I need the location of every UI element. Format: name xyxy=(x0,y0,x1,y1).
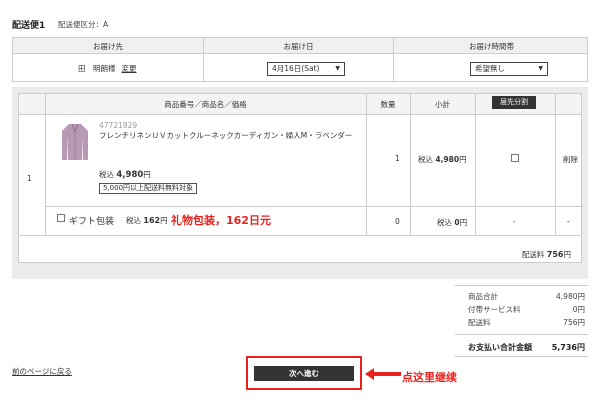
change-recipient-link[interactable]: 変更 xyxy=(122,64,137,73)
delete-button[interactable]: 削除 xyxy=(563,154,578,165)
divider xyxy=(366,94,367,235)
cardigan-product-image xyxy=(62,123,88,160)
free-shipping-badge: 5,000円以上配送料無料対象 xyxy=(99,183,198,194)
gift-wrap-price: 税込 162円 xyxy=(126,215,168,226)
gift-wrap-checkbox[interactable] xyxy=(57,214,65,222)
divider xyxy=(555,94,556,235)
product-column-header: 商品番号／商品名／価格 xyxy=(164,100,247,109)
divider xyxy=(455,356,588,357)
shipping-total-label: 配送料 xyxy=(468,318,491,327)
divider xyxy=(19,235,581,236)
next-annotation: 点这里继续 xyxy=(402,371,457,384)
divider xyxy=(45,206,583,207)
split-delivery-checkbox[interactable] xyxy=(511,154,519,162)
divider xyxy=(455,285,588,286)
gift-annotation: 礼物包装，162日元 xyxy=(171,214,271,227)
recipient-name: 田 明朗様 xyxy=(78,64,116,73)
product-name: フレンチリネンＵＶカットクルーネックカーディガン・婦人M・ラベンダー xyxy=(99,131,353,140)
qty-column-header: 数量 xyxy=(380,100,396,109)
divider xyxy=(19,114,581,115)
delivery-date-value: 4月16日(Sat) xyxy=(272,64,320,73)
row-number: 1 xyxy=(27,174,32,183)
shipping-fee: 配送料 756円 xyxy=(522,249,571,260)
next-button[interactable]: 次へ進む xyxy=(254,366,354,381)
divider xyxy=(45,94,46,235)
time-header: お届け時間帯 xyxy=(469,42,514,51)
product-code: 47721829 xyxy=(99,121,138,130)
gift-subtotal: 税込 0円 xyxy=(437,217,467,228)
time-column: お届け時間帯 希望無し ▼ xyxy=(393,38,589,81)
shipping-value: 756 xyxy=(546,250,564,259)
shipping-unit: 円 xyxy=(563,250,572,259)
gift-price-prefix: 税込 xyxy=(126,216,141,225)
gift-price-unit: 円 xyxy=(160,216,168,225)
grand-total-label: お支払い合計金額 xyxy=(468,343,532,352)
service-fee-value: 0円 xyxy=(572,305,585,314)
recipient-column: お届け先 田 明朗様 変更 xyxy=(13,38,203,81)
chevron-down-icon: ▼ xyxy=(335,65,340,72)
price-value: 4,980 xyxy=(116,170,144,180)
shipment-type: 配送便区分：A xyxy=(58,20,109,29)
recipient-cell: 田 明朗様 変更 xyxy=(78,63,137,74)
goods-total-value: 4,980円 xyxy=(556,292,585,301)
items-table: 商品番号／商品名／価格 数量 小計 届先分割 1 47721829 フレンチリネ… xyxy=(18,93,583,263)
gift-price-value: 162 xyxy=(143,216,161,225)
delivery-date-select[interactable]: 4月16日(Sat) ▼ xyxy=(267,62,345,76)
goods-total-label: 商品合計 xyxy=(468,292,498,301)
gift-subtotal-prefix: 税込 xyxy=(437,218,452,227)
gift-wrap-label: ギフト包装 xyxy=(69,217,115,227)
chevron-down-icon: ▼ xyxy=(538,65,543,72)
shipping-total-value: 756円 xyxy=(563,318,585,327)
price-unit: 円 xyxy=(143,170,151,179)
gift-split: - xyxy=(513,217,516,226)
product-subtotal: 税込 4,980円 xyxy=(418,154,467,165)
divider xyxy=(410,94,411,235)
delivery-time-value: 希望無し xyxy=(475,64,505,73)
recipient-header: お届け先 xyxy=(93,42,123,51)
date-header: お届け日 xyxy=(283,42,314,51)
gift-delete: - xyxy=(567,217,570,226)
gift-subtotal-unit: 円 xyxy=(459,218,468,227)
product-price: 税込 4,980円 xyxy=(99,169,151,180)
delivery-info-table: お届け先 田 明朗様 変更 お届け日 4月16日(Sat) ▼ お届け時間帯 希望… xyxy=(12,37,588,82)
shipping-label: 配送料 xyxy=(521,250,545,259)
subtotal-prefix: 税込 xyxy=(418,155,433,164)
shipment-title: 配送便1 xyxy=(12,21,46,31)
divider xyxy=(455,334,588,335)
grand-total-value: 5,736円 xyxy=(551,343,585,352)
arrow-left-icon xyxy=(365,368,401,380)
price-prefix: 税込 xyxy=(99,170,114,179)
product-qty: 1 xyxy=(395,154,400,163)
gift-qty: 0 xyxy=(395,217,400,226)
subtotal-value: 4,980 xyxy=(435,155,460,164)
subtotal-column-header: 小計 xyxy=(435,100,450,109)
service-fee-label: 付帯サービス料 xyxy=(468,305,521,314)
back-link[interactable]: 前のページに戻る xyxy=(12,366,72,377)
date-column: お届け日 4月16日(Sat) ▼ xyxy=(203,38,393,81)
subtotal-unit: 円 xyxy=(459,155,467,164)
divider xyxy=(475,94,476,235)
split-column-header: 届先分割 xyxy=(492,96,536,109)
delivery-time-select[interactable]: 希望無し ▼ xyxy=(470,62,548,76)
